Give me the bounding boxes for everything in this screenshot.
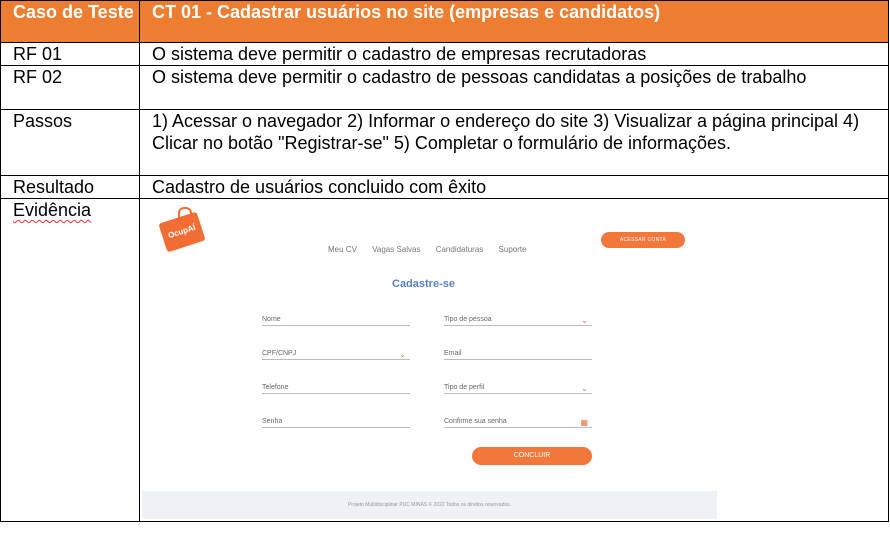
row-value: Cadastro de usuários concluido com êxito: [139, 175, 889, 199]
cpf-cnpj-placeholder: CPF/CNPJ: [262, 350, 297, 357]
site-footer: Projeto Multidisciplinar PUC MINAS © 202…: [142, 491, 717, 519]
signup-page: OcupAÍ Meu CV Vagas Salvas Candidaturas …: [142, 203, 717, 519]
submit-button[interactable]: CONCLUIR: [472, 447, 592, 465]
evidence-screenshot: OcupAÍ Meu CV Vagas Salvas Candidaturas …: [140, 199, 888, 521]
header-title: CT 01 - Cadastrar usuários no site (empr…: [139, 0, 889, 43]
calendar-icon: ▦: [580, 418, 588, 427]
row-label: Evidência: [0, 198, 140, 522]
password-field[interactable]: Senha: [262, 407, 410, 428]
profile-type-select[interactable]: Tipo de perfil ⌄: [444, 373, 592, 394]
test-case-table: Caso de Teste CT 01 - Cadastrar usuários…: [0, 0, 889, 522]
email-placeholder: Email: [444, 350, 462, 357]
password-placeholder: Senha: [262, 418, 283, 425]
row-value: O sistema deve permitir o cadastro de pe…: [139, 65, 889, 110]
chevron-down-icon: ⌄: [581, 316, 588, 325]
profile-type-placeholder: Tipo de perfil: [444, 384, 485, 391]
row-passos: Passos 1) Acessar o navegador 2) Informa…: [0, 109, 889, 176]
header-label: Caso de Teste: [0, 0, 140, 43]
person-type-select[interactable]: Tipo de pessoa ⌄: [444, 305, 592, 326]
chevron-down-icon: ⌄: [399, 350, 406, 359]
access-account-button[interactable]: ACESSAR CONTA: [601, 232, 685, 248]
row-rf01: RF 01 O sistema deve permitir o cadastro…: [0, 42, 889, 66]
phone-placeholder: Telefone: [262, 384, 289, 391]
nav-meu-cv[interactable]: Meu CV: [328, 245, 357, 254]
nav-candidaturas[interactable]: Candidaturas: [436, 245, 484, 254]
email-field[interactable]: Email: [444, 339, 592, 360]
row-label: RF 02: [0, 65, 140, 110]
site-logo[interactable]: OcupAÍ: [158, 211, 206, 253]
confirm-password-field[interactable]: Confirme sua senha ▦: [444, 407, 592, 428]
row-resultado: Resultado Cadastro de usuários concluido…: [0, 175, 889, 199]
evidence-cell: OcupAÍ Meu CV Vagas Salvas Candidaturas …: [139, 198, 889, 522]
row-label: Resultado: [0, 175, 140, 199]
row-evidencia: Evidência OcupAÍ Meu CV Vagas Salvas Can…: [0, 198, 889, 522]
name-field[interactable]: Nome: [262, 305, 410, 326]
header-row: Caso de Teste CT 01 - Cadastrar usuários…: [0, 0, 889, 43]
row-rf02: RF 02 O sistema deve permitir o cadastro…: [0, 65, 889, 110]
row-value: O sistema deve permitir o cadastro de em…: [139, 42, 889, 66]
confirm-password-placeholder: Confirme sua senha: [444, 418, 507, 425]
nav-vagas-salvas[interactable]: Vagas Salvas: [372, 245, 420, 254]
form-title: Cadastre-se: [392, 278, 455, 290]
person-type-placeholder: Tipo de pessoa: [444, 316, 492, 323]
row-value: 1) Acessar o navegador 2) Informar o end…: [139, 109, 889, 176]
site-nav: Meu CV Vagas Salvas Candidaturas Suporte: [328, 239, 540, 261]
nav-suporte[interactable]: Suporte: [499, 245, 527, 254]
chevron-down-icon: ⌄: [581, 384, 588, 393]
cpf-cnpj-select[interactable]: CPF/CNPJ ⌄: [262, 339, 410, 360]
row-label: RF 01: [0, 42, 140, 66]
phone-field[interactable]: Telefone: [262, 373, 410, 394]
row-label: Passos: [0, 109, 140, 176]
name-placeholder: Nome: [262, 316, 281, 323]
